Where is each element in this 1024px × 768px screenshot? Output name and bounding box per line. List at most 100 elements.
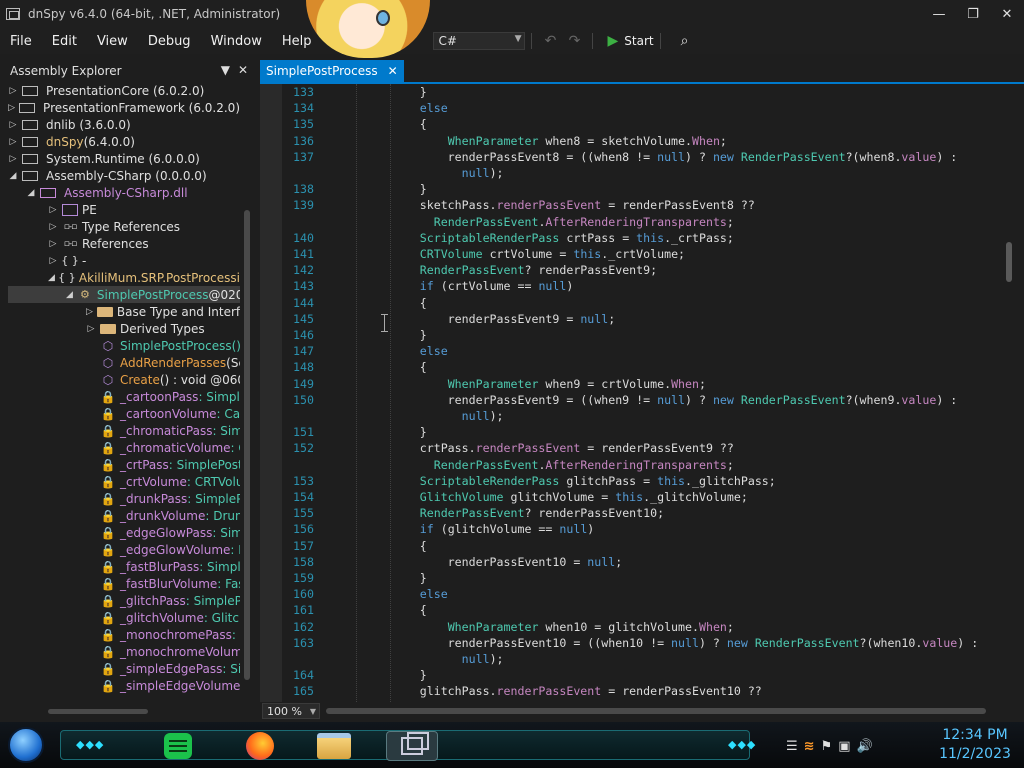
scrollbar-thumb[interactable] — [244, 210, 250, 680]
expand-icon[interactable]: ▷ — [86, 324, 96, 334]
expand-icon[interactable]: ▷ — [86, 307, 93, 317]
zoom-select[interactable]: 100 % ▼ — [262, 703, 320, 719]
taskbar-dnspy[interactable] — [386, 731, 438, 761]
menu-edit[interactable]: Edit — [42, 34, 87, 49]
tab-simplepostprocess[interactable]: SimplePostProcess ✕ — [260, 60, 404, 82]
tree-node[interactable]: 🔒_crtVolume : CRTVolun — [8, 473, 240, 490]
editor-horizontal-scrollbar[interactable] — [326, 706, 1016, 716]
expand-icon[interactable]: ▷ — [48, 239, 58, 249]
tree-node[interactable]: ▷ Derived Types — [8, 320, 240, 337]
redo-icon[interactable]: ↷ — [562, 33, 586, 49]
code-text: null); — [461, 409, 504, 423]
tree-node[interactable]: 🔒_chromaticVolume : C — [8, 439, 240, 456]
tree-node[interactable]: ▷ PresentationCore (6.0.2.0) — [8, 82, 240, 99]
close-button[interactable]: ✕ — [990, 0, 1024, 28]
tree-node[interactable]: ⬡AddRenderPasses(Scri — [8, 354, 240, 371]
tree-node[interactable]: 🔒_simpleEdgeVolume : — [8, 677, 240, 694]
expand-icon[interactable]: ▷ — [8, 86, 18, 96]
assembly-tree[interactable]: ▷ PresentationCore (6.0.2.0) ▷ Presentatio… — [8, 82, 240, 704]
tree-node[interactable]: 🔒_monochromePass : Si — [8, 626, 240, 643]
clock-time: 12:34 PM — [942, 727, 1008, 743]
tree-node[interactable]: 🔒_drunkPass : SimplePo — [8, 490, 240, 507]
collapse-icon[interactable]: ◢ — [48, 273, 55, 283]
code-editor[interactable]: 133 } 134 else 135 {136 WhenParameter when… — [260, 82, 1024, 704]
taskbar-firefox[interactable] — [238, 731, 282, 761]
taskbar-file-explorer[interactable] — [312, 731, 356, 761]
tree-node-selected[interactable]: ◢⚙SimplePostProcess @0200 — [8, 286, 240, 303]
tree-node[interactable]: ▷ PE — [8, 201, 240, 218]
tree-node[interactable]: 🔒_edgeGlowVolume : Ec — [8, 541, 240, 558]
close-icon[interactable]: ✕ — [388, 64, 398, 78]
tree-node[interactable]: ▷Base Type and Interfac — [8, 303, 240, 320]
close-icon[interactable]: ✕ — [238, 63, 248, 77]
tree-node[interactable]: 🔒_glitchVolume : Glitch\ — [8, 609, 240, 626]
tree-node[interactable]: ⬡SimplePostProcess() : v — [8, 337, 240, 354]
undo-icon[interactable]: ↶ — [538, 33, 562, 49]
chevron-down-icon[interactable]: ▼ — [221, 63, 230, 77]
tray-app-icon[interactable]: ≋ — [804, 739, 815, 754]
taskbar-notes-app[interactable] — [156, 731, 200, 761]
flag-icon[interactable]: ⚑ — [821, 739, 833, 754]
line-number: 139 — [293, 198, 314, 213]
tree-node[interactable]: 🔒 _monochromeVolume — [8, 643, 240, 660]
editor-vertical-scrollbar[interactable] — [1002, 84, 1016, 704]
expand-icon[interactable]: ▷ — [48, 222, 58, 232]
expand-icon[interactable]: ▷ — [8, 154, 18, 164]
collapse-icon[interactable]: ◢ — [26, 188, 36, 198]
language-select[interactable]: C# ▼ — [433, 32, 526, 50]
tree-node[interactable]: 🔒_glitchPass : SimplePo — [8, 592, 240, 609]
tree-node[interactable]: ▷ PresentationFramework (6.0.2.0) — [8, 99, 240, 116]
tree-node[interactable]: ◢{ } AkilliMum.SRP.PostProcessing — [8, 269, 240, 286]
tree-node[interactable]: ▷ System.Runtime (6.0.0.0) — [8, 150, 240, 167]
tree-node[interactable]: 🔒_chromaticPass : Simp — [8, 422, 240, 439]
tray-overflow-icon[interactable]: ☰ — [786, 739, 798, 754]
volume-icon[interactable]: 🔊 — [857, 739, 873, 754]
explorer-header: Assembly Explorer ▼ ✕ — [0, 60, 254, 82]
menu-debug[interactable]: Debug — [138, 34, 201, 49]
expand-icon[interactable]: ▷ — [8, 103, 15, 113]
scrollbar-thumb[interactable] — [48, 709, 148, 714]
code-text: { — [336, 603, 427, 618]
tree-node[interactable]: 🔒_cartoonPass : SimpleP — [8, 388, 240, 405]
expand-icon[interactable]: ▷ — [48, 256, 58, 266]
explorer-horizontal-scrollbar[interactable] — [8, 706, 240, 716]
sticker-eye — [376, 10, 390, 26]
tree-node[interactable]: ◢ Assembly-CSharp (0.0.0.0) — [8, 167, 240, 184]
expand-icon[interactable]: ▷ — [48, 205, 58, 215]
code-view[interactable]: 133 } 134 else 135 {136 WhenParameter when… — [282, 84, 1002, 704]
tree-node[interactable]: 🔒_simpleEdgePass : Sim — [8, 660, 240, 677]
tree-node[interactable]: 🔒_drunkVolume : Drunk — [8, 507, 240, 524]
scrollbar-thumb[interactable] — [326, 708, 986, 714]
tree-node[interactable]: ◢ Assembly-CSharp.dll — [8, 184, 240, 201]
start-button[interactable]: ▶ Start — [607, 33, 653, 49]
tree-node[interactable]: 🔒_crtPass : SimplePostP — [8, 456, 240, 473]
minimize-button[interactable]: — — [922, 0, 956, 28]
scrollbar-thumb[interactable] — [1006, 242, 1012, 282]
tree-node[interactable]: ▷ dnSpy (6.4.0.0) — [8, 133, 240, 150]
menu-window[interactable]: Window — [201, 34, 272, 49]
collapse-icon[interactable]: ◢ — [66, 290, 73, 300]
tree-node[interactable]: ▷ dnlib (3.6.0.0) — [8, 116, 240, 133]
assembly-icon — [22, 119, 38, 130]
menu-view[interactable]: View — [87, 34, 138, 49]
collapse-icon[interactable]: ◢ — [8, 171, 18, 181]
explorer-vertical-scrollbar[interactable] — [242, 140, 252, 700]
tree-node[interactable]: ▷ ▫-▫ Type References — [8, 218, 240, 235]
tree-node[interactable]: ⬡Create() : void @06000 — [8, 371, 240, 388]
start-orb-button[interactable] — [8, 727, 44, 763]
maximize-button[interactable]: ❐ — [956, 0, 990, 28]
menu-help[interactable]: Help — [272, 34, 322, 49]
tree-node[interactable]: 🔒_fastBlurVolume : Fastl — [8, 575, 240, 592]
network-icon[interactable]: ▣ — [838, 739, 850, 754]
search-icon[interactable]: ⌕ — [681, 33, 689, 49]
tree-node[interactable]: 🔒_fastBlurPass : SimpleP — [8, 558, 240, 575]
taskbar-clock[interactable]: 12:34 PM 11/2/2023 — [930, 726, 1020, 764]
menu-file[interactable]: File — [0, 34, 42, 49]
line-number: 137 — [293, 149, 314, 164]
tree-node[interactable]: 🔒_edgeGlowPass : Simp — [8, 524, 240, 541]
tree-node[interactable]: 🔒_cartoonVolume : Cart — [8, 405, 240, 422]
tree-node[interactable]: ▷{ } - — [8, 252, 240, 269]
expand-icon[interactable]: ▷ — [8, 120, 18, 130]
tree-node[interactable]: ▷ ▫-▫ References — [8, 235, 240, 252]
expand-icon[interactable]: ▷ — [8, 137, 18, 147]
